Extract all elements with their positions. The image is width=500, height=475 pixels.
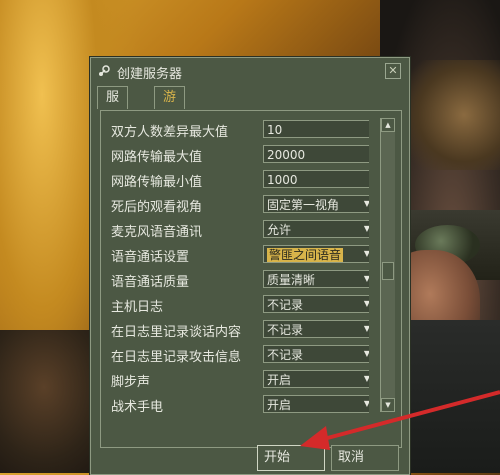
titlebar[interactable]: 创建服务器 ✕: [91, 58, 409, 84]
chevron-down-icon[interactable]: ▼: [360, 221, 369, 237]
select-value: 开启: [267, 373, 292, 387]
setting-row: 主机日志 不记录 ▼: [99, 293, 369, 318]
setting-label: 网路传输最小值: [111, 175, 203, 190]
setting-label: 死后的观看视角: [111, 200, 203, 215]
microphone-select[interactable]: 允许 ▼: [263, 220, 369, 238]
death-view-select[interactable]: 固定第一视角 ▼: [263, 195, 369, 213]
setting-label: 语音通话质量: [111, 275, 190, 290]
setting-row: 脚步声 开启 ▼: [99, 368, 369, 393]
setting-row: 语音通话质量 质量清晰 ▼: [99, 268, 369, 293]
cancel-button[interactable]: 取消: [331, 445, 399, 471]
setting-row: 麦克风语音通讯 允许 ▼: [99, 218, 369, 243]
setting-row: 战术手电 开启 ▼: [99, 393, 369, 418]
tab-server[interactable]: 服务器: [97, 86, 129, 149]
settings-scrollbar[interactable]: ▲ ▼: [380, 118, 395, 412]
setting-row: 双方人数差异最大值 10: [99, 118, 369, 143]
tab-game[interactable]: 游戏: [154, 86, 186, 127]
flashlight-select[interactable]: 开启 ▼: [263, 395, 369, 413]
chevron-down-icon[interactable]: ▼: [360, 396, 369, 412]
min-rate-input[interactable]: 1000: [263, 170, 369, 188]
setting-label: 在日志里记录攻击信息: [111, 350, 242, 365]
setting-label: 麦克风语音通讯: [111, 225, 203, 240]
chevron-down-icon[interactable]: ▼: [360, 321, 369, 337]
setting-label: 脚步声: [111, 375, 151, 390]
select-value: 开启: [267, 398, 292, 412]
select-value: 允许: [267, 223, 292, 237]
setting-label: 网路传输最大值: [111, 150, 203, 165]
setting-row: 在日志里记录谈话内容 不记录 ▼: [99, 318, 369, 343]
start-button[interactable]: 开始: [257, 445, 325, 471]
select-value: 不记录: [267, 298, 304, 312]
select-value: 不记录: [267, 348, 304, 362]
setting-label: 战术手电: [111, 400, 164, 415]
setting-label: 主机日志: [111, 300, 164, 315]
footsteps-select[interactable]: 开启 ▼: [263, 370, 369, 388]
select-value: 固定第一视角: [267, 198, 340, 212]
max-team-difference-input[interactable]: 10: [263, 120, 369, 138]
chevron-down-icon[interactable]: ▼: [360, 271, 369, 287]
chevron-down-icon[interactable]: ▼: [360, 346, 369, 362]
chevron-down-icon[interactable]: ▼: [360, 246, 369, 262]
chevron-down-icon[interactable]: ▼: [360, 196, 369, 212]
chevron-down-icon[interactable]: ▼: [360, 296, 369, 312]
select-value: 警匪之间语音: [267, 248, 344, 262]
create-server-dialog: 创建服务器 ✕ 服务器 游戏 双方人数差异最大值 10 网路传输最大值 2000…: [90, 57, 410, 475]
steam-icon: [97, 64, 111, 78]
max-rate-input[interactable]: 20000: [263, 145, 369, 163]
scroll-down-icon[interactable]: ▼: [381, 398, 395, 412]
server-log-select[interactable]: 不记录 ▼: [263, 295, 369, 313]
setting-row: 网路传输最小值 1000: [99, 168, 369, 193]
setting-row: 语音通话设置 警匪之间语音 ▼: [99, 243, 369, 268]
chevron-down-icon[interactable]: ▼: [360, 371, 369, 387]
close-icon[interactable]: ✕: [385, 63, 401, 79]
voice-settings-select[interactable]: 警匪之间语音 ▼: [263, 245, 369, 263]
setting-label: 语音通话设置: [111, 250, 190, 265]
setting-label: 双方人数差异最大值: [111, 125, 229, 140]
settings-list: 双方人数差异最大值 10 网路传输最大值 20000 网路传输最小值 1000 …: [99, 118, 369, 444]
dialog-title: 创建服务器: [117, 67, 183, 82]
setting-row: 死后的观看视角 固定第一视角 ▼: [99, 193, 369, 218]
setting-row: 网路传输最大值 20000: [99, 143, 369, 168]
setting-row: 在日志里记录攻击信息 不记录 ▼: [99, 343, 369, 368]
log-attacks-select[interactable]: 不记录 ▼: [263, 345, 369, 363]
log-chat-select[interactable]: 不记录 ▼: [263, 320, 369, 338]
select-value: 质量清晰: [267, 273, 316, 287]
select-value: 不记录: [267, 323, 304, 337]
voice-quality-select[interactable]: 质量清晰 ▼: [263, 270, 369, 288]
scroll-up-icon[interactable]: ▲: [381, 118, 395, 132]
background-gloves: [410, 60, 500, 170]
setting-label: 在日志里记录谈话内容: [111, 325, 242, 340]
scrollbar-thumb[interactable]: [382, 262, 394, 280]
